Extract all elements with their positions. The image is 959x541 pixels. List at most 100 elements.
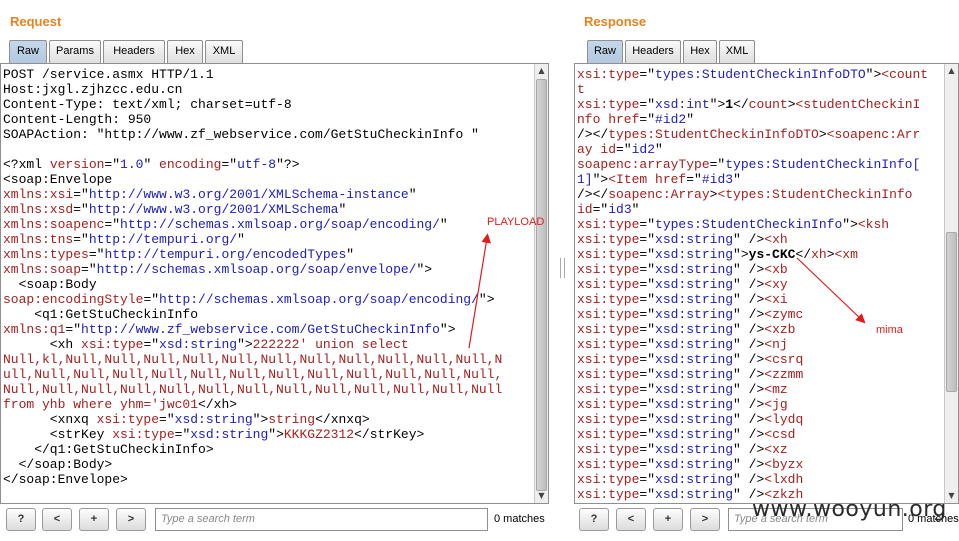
request-match-count: 0 matches bbox=[494, 513, 545, 525]
request-code-token: "> bbox=[478, 292, 495, 307]
response-prev-button[interactable]: < bbox=[616, 508, 646, 531]
request-code-token: utf-8 bbox=[237, 157, 277, 172]
response-code-token: xsd:string bbox=[655, 472, 734, 487]
response-code-token: " /> bbox=[733, 472, 765, 487]
request-tab-params[interactable]: Params bbox=[49, 40, 101, 63]
request-add-button[interactable]: + bbox=[79, 508, 109, 531]
request-code-token: </soap:Body> bbox=[3, 457, 113, 472]
response-code-token: ay id bbox=[577, 142, 617, 157]
response-code-token: /></ bbox=[577, 127, 609, 142]
response-code-token: xsi:type bbox=[577, 352, 640, 367]
response-code-token: xsi:type bbox=[577, 232, 640, 247]
scroll-down-arrow-icon[interactable]: ▼ bbox=[535, 489, 548, 503]
request-code-token: xsi:type bbox=[96, 412, 160, 427]
response-code-token: </ bbox=[733, 97, 749, 112]
response-code-token: xsd:string bbox=[655, 307, 734, 322]
request-code-token: "> bbox=[252, 412, 269, 427]
scroll-up-arrow-icon[interactable]: ▲ bbox=[945, 64, 958, 78]
request-code-token: =" bbox=[104, 217, 121, 232]
request-tab-raw[interactable]: Raw bbox=[9, 40, 47, 63]
scroll-down-arrow-icon[interactable]: ▼ bbox=[945, 489, 958, 503]
response-help-button[interactable]: ? bbox=[579, 508, 609, 531]
response-code-token: " /> bbox=[733, 262, 765, 277]
request-code-token: xsi:type bbox=[81, 337, 144, 352]
scroll-up-arrow-icon[interactable]: ▲ bbox=[535, 64, 548, 78]
response-code-token: xsi:type bbox=[577, 487, 640, 502]
payload-annotation: PLAYLOAD bbox=[487, 216, 545, 228]
request-code-line: xmlns:q1="http://www.zf_webservice.com/G… bbox=[3, 322, 502, 337]
request-search-input[interactable]: Type a search term bbox=[155, 508, 488, 531]
request-tab-xml[interactable]: XML bbox=[205, 40, 243, 63]
response-code-token: 1] bbox=[577, 172, 593, 187]
response-editor[interactable]: xsi:type="types:StudentCheckinInfoDTO"><… bbox=[574, 63, 959, 504]
response-code-token: =" bbox=[639, 412, 656, 427]
response-code-line: xsi:type="xsd:string" /><xi bbox=[577, 292, 928, 307]
request-code-token: xmlns:xsi bbox=[3, 187, 74, 202]
response-code-token: <soapenc:Arr bbox=[826, 127, 921, 142]
request-code-line: <q1:GetStuCheckinInfo bbox=[3, 307, 502, 322]
response-tab-raw[interactable]: Raw bbox=[587, 40, 623, 63]
response-code-token: "> bbox=[865, 67, 882, 82]
request-tab-hex[interactable]: Hex bbox=[167, 40, 203, 63]
request-code-line: <soap:Envelope bbox=[3, 172, 502, 187]
request-help-button[interactable]: ? bbox=[6, 508, 36, 531]
request-code-line: <strKey xsi:type="xsd:string">KKKGZ2312<… bbox=[3, 427, 502, 442]
request-code-token: "> bbox=[268, 427, 284, 442]
response-code-token: <xy bbox=[764, 277, 788, 292]
request-raw-text[interactable]: POST /service.asmx HTTP/1.1 Host:jxgl.zjh… bbox=[3, 67, 502, 487]
response-code-token: #id2 bbox=[655, 112, 687, 127]
response-code-token: " bbox=[686, 112, 695, 127]
response-code-token: 1 bbox=[725, 97, 734, 112]
request-scroll-thumb[interactable] bbox=[536, 79, 547, 491]
response-code-token: xsi:type bbox=[577, 307, 640, 322]
request-code-line: Null,Null,Null,Null,Null,Null,Null,Null,… bbox=[3, 382, 502, 397]
response-tab-hex[interactable]: Hex bbox=[683, 40, 717, 63]
request-code-line: </soap:Body> bbox=[3, 457, 502, 472]
request-search-bar: ? < + > Type a search term 0 matches bbox=[6, 508, 554, 532]
response-code-token: " /> bbox=[733, 397, 765, 412]
request-code-token: </xnxq> bbox=[315, 412, 370, 427]
response-code-token: types:StudentCheckinInfoDTO bbox=[608, 127, 819, 142]
response-code-token: <lydq bbox=[764, 412, 804, 427]
request-code-token: xsd:string bbox=[174, 412, 253, 427]
request-code-line: Null,kl,Null,Null,Null,Null,Null,Null,Nu… bbox=[3, 352, 502, 367]
response-tab-headers[interactable]: Headers bbox=[625, 40, 681, 63]
response-code-token: types:StudentCheckinInfo bbox=[655, 217, 843, 232]
request-code-token: <q1:GetStuCheckinInfo bbox=[3, 307, 199, 322]
response-code-token: =" bbox=[639, 427, 656, 442]
response-code-line: xsi:type="xsd:string" /><byzx bbox=[577, 457, 928, 472]
request-tab-headers[interactable]: Headers bbox=[103, 40, 165, 63]
request-code-token: <?xml bbox=[3, 157, 50, 172]
response-code-token: #id3 bbox=[701, 172, 734, 187]
request-scrollbar[interactable]: ▲ ▼ bbox=[534, 64, 548, 503]
response-add-button[interactable]: + bbox=[653, 508, 683, 531]
pane-splitter-handle[interactable] bbox=[560, 258, 565, 278]
response-code-token: id bbox=[577, 202, 593, 217]
response-code-token: " /> bbox=[733, 292, 765, 307]
response-code-token: xsd:string bbox=[655, 232, 734, 247]
response-next-button[interactable]: > bbox=[690, 508, 720, 531]
response-code-token: <types:StudentCheckinInfo bbox=[717, 187, 913, 202]
request-code-token: " bbox=[338, 202, 347, 217]
response-code-token: xsd:string bbox=[655, 367, 734, 382]
response-code-token: <xm bbox=[834, 247, 858, 262]
response-raw-text[interactable]: xsi:type="types:StudentCheckinInfoDTO"><… bbox=[577, 67, 928, 502]
request-next-button[interactable]: > bbox=[116, 508, 146, 531]
response-code-token: "> bbox=[709, 97, 726, 112]
response-code-token: xsi:type bbox=[577, 277, 640, 292]
request-editor[interactable]: POST /service.asmx HTTP/1.1 Host:jxgl.zjh… bbox=[0, 63, 549, 504]
request-prev-button[interactable]: < bbox=[42, 508, 72, 531]
response-code-token: xsd:int bbox=[655, 97, 710, 112]
response-scroll-thumb[interactable] bbox=[946, 232, 957, 392]
request-code-token: =" bbox=[73, 187, 89, 202]
request-code-line: <?xml version="1.0" encoding="utf-8"?> bbox=[3, 157, 502, 172]
response-scrollbar[interactable]: ▲ ▼ bbox=[944, 64, 958, 503]
request-code-token: "> bbox=[416, 262, 433, 277]
response-code-token: <Item href bbox=[608, 172, 687, 187]
response-code-token: xsi:type bbox=[577, 247, 640, 262]
response-code-token: " /> bbox=[733, 337, 765, 352]
response-tab-xml[interactable]: XML bbox=[719, 40, 755, 63]
request-code-token: =" bbox=[73, 232, 89, 247]
response-code-line: xsi:type="xsd:string" /><xy bbox=[577, 277, 928, 292]
response-code-token: types:StudentCheckinInfoDTO bbox=[655, 67, 866, 82]
